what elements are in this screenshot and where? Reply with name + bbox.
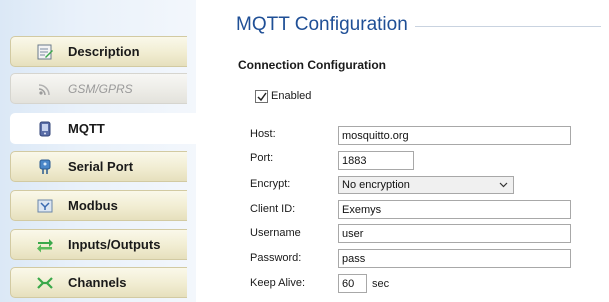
page-title: MQTT Configuration (236, 14, 408, 35)
password-label: Password: (250, 252, 302, 264)
port-input[interactable] (338, 151, 414, 170)
inputs-outputs-icon (37, 239, 53, 253)
sidebar-item-label: Serial Port (68, 159, 134, 174)
enabled-label: Enabled (271, 90, 312, 102)
encrypt-select[interactable]: No encryption (338, 176, 514, 194)
username-input[interactable] (338, 224, 571, 243)
sidebar-item-label: MQTT (68, 121, 105, 136)
client-id-label: Client ID: (250, 203, 296, 215)
password-input[interactable] (338, 249, 571, 268)
chevron-down-icon (499, 182, 508, 188)
username-label: Username (250, 227, 301, 239)
title-divider (415, 26, 601, 27)
host-label: Host: (250, 128, 276, 140)
sidebar-item-label: Description (68, 44, 140, 59)
encrypt-label: Encrypt: (250, 178, 291, 190)
sidebar-item-channels[interactable]: Channels (10, 267, 187, 298)
sidebar-item-gsm-gprs[interactable]: GSM/GPRS (10, 73, 187, 104)
sidebar-item-modbus[interactable]: Modbus (10, 190, 187, 221)
keep-alive-label: Keep Alive: (250, 277, 306, 289)
sidebar-item-label: Channels (68, 275, 127, 290)
signal-icon (38, 84, 50, 96)
keep-alive-input[interactable] (338, 274, 367, 293)
enabled-checkbox[interactable] (255, 90, 268, 103)
channels-icon (37, 277, 53, 289)
description-icon (37, 44, 53, 60)
sidebar-item-mqtt[interactable]: MQTT (10, 113, 196, 144)
serial-port-icon (39, 159, 51, 174)
sidebar-item-inputs-outputs[interactable]: Inputs/Outputs (10, 229, 187, 260)
client-id-input[interactable] (338, 200, 571, 219)
mqtt-icon (39, 121, 51, 137)
checkmark-icon (257, 92, 267, 102)
sidebar-item-serial-port[interactable]: Serial Port (10, 151, 187, 182)
keep-alive-unit: sec (372, 278, 390, 290)
host-input[interactable] (338, 126, 571, 145)
sidebar-item-label: Modbus (68, 198, 118, 213)
encrypt-select-value: No encryption (342, 179, 410, 191)
port-label: Port: (250, 152, 274, 164)
sidebar-item-label: Inputs/Outputs (68, 237, 161, 252)
sidebar-item-description[interactable]: Description (10, 36, 187, 67)
modbus-icon (37, 199, 53, 213)
section-title: Connection Configuration (238, 58, 386, 72)
sidebar-item-label: GSM/GPRS (68, 82, 133, 96)
sidebar: Description GSM/GPRS MQTT Serial Port Mo… (0, 0, 196, 302)
